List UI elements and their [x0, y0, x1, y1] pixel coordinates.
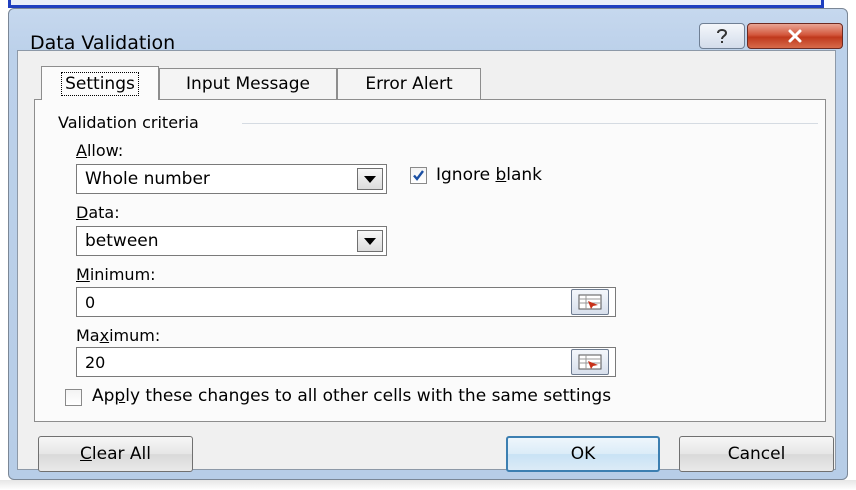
allow-label-text: llow:	[86, 141, 124, 160]
close-x-icon	[788, 29, 802, 43]
range-select-icon	[578, 294, 602, 310]
tab-settings-label: Settings	[61, 71, 139, 96]
allow-dropdown-arrow[interactable]	[357, 168, 383, 190]
ignore-blank-checkbox[interactable]	[410, 167, 427, 184]
clear-all-mnemonic: C	[80, 444, 92, 464]
tab-error-alert[interactable]: Error Alert	[337, 68, 481, 99]
allow-dropdown-value: Whole number	[85, 169, 210, 189]
range-select-icon	[578, 354, 602, 370]
tab-input-message[interactable]: Input Message	[159, 68, 337, 99]
minimum-input[interactable]: 0	[76, 287, 616, 317]
data-dropdown[interactable]: between	[76, 226, 387, 256]
maximum-label: Maximum:	[76, 326, 160, 345]
apply-to-all-checkbox[interactable]	[65, 389, 82, 406]
close-button[interactable]	[747, 23, 843, 49]
ok-button-label: OK	[570, 444, 596, 464]
minimum-label: Minimum:	[76, 265, 156, 284]
ignore-blank-pre: Ignore	[436, 165, 496, 185]
ok-button[interactable]: OK	[506, 436, 660, 472]
apply-label-pre: Ap	[92, 386, 115, 406]
data-dropdown-value: between	[85, 231, 159, 251]
data-label-text: ata:	[88, 203, 120, 222]
clear-all-text: lear All	[91, 444, 151, 464]
data-label-mnemonic: D	[76, 203, 89, 222]
minimum-label-text: inimum:	[89, 265, 156, 284]
validation-criteria-heading: Validation criteria	[58, 113, 199, 132]
ignore-blank-mnemonic: b	[495, 165, 507, 185]
chevron-down-icon	[364, 237, 376, 245]
minimum-range-select-button[interactable]	[571, 289, 609, 315]
maximum-label-pre: Ma	[76, 326, 100, 345]
data-dropdown-arrow[interactable]	[357, 230, 383, 252]
clear-all-button[interactable]: Clear All	[38, 436, 193, 472]
maximum-label-mnemonic: x	[99, 326, 110, 345]
cancel-button-label: Cancel	[727, 444, 786, 464]
top-highlight-band	[8, 0, 824, 8]
chevron-down-icon	[364, 175, 376, 183]
question-icon	[717, 29, 728, 43]
ignore-blank-label: Ignore blank	[436, 165, 542, 185]
maximum-label-post: imum:	[109, 326, 161, 345]
ignore-blank-post: lank	[506, 165, 543, 185]
allow-dropdown[interactable]: Whole number	[76, 164, 387, 194]
tab-error-alert-label: Error Alert	[365, 74, 453, 94]
tab-settings[interactable]: Settings	[41, 66, 159, 100]
group-divider	[242, 123, 818, 124]
help-button[interactable]	[699, 23, 745, 49]
apply-label-post: ly these changes to all other cells with…	[125, 386, 612, 406]
tab-input-message-label: Input Message	[186, 74, 310, 94]
checkmark-icon	[413, 170, 424, 181]
apply-label-mnemonic: p	[114, 386, 126, 406]
allow-label-mnemonic: A	[76, 141, 87, 160]
data-label: Data:	[76, 203, 120, 222]
cancel-button[interactable]: Cancel	[679, 436, 834, 472]
allow-label: Allow:	[76, 141, 123, 160]
maximum-value: 20	[85, 353, 106, 372]
maximum-input[interactable]: 20	[76, 347, 616, 377]
apply-to-all-label: Apply these changes to all other cells w…	[92, 386, 611, 406]
minimum-label-mnemonic: M	[76, 265, 90, 284]
bottom-edge-shadow	[0, 480, 856, 490]
maximum-range-select-button[interactable]	[571, 349, 609, 375]
minimum-value: 0	[85, 293, 96, 312]
